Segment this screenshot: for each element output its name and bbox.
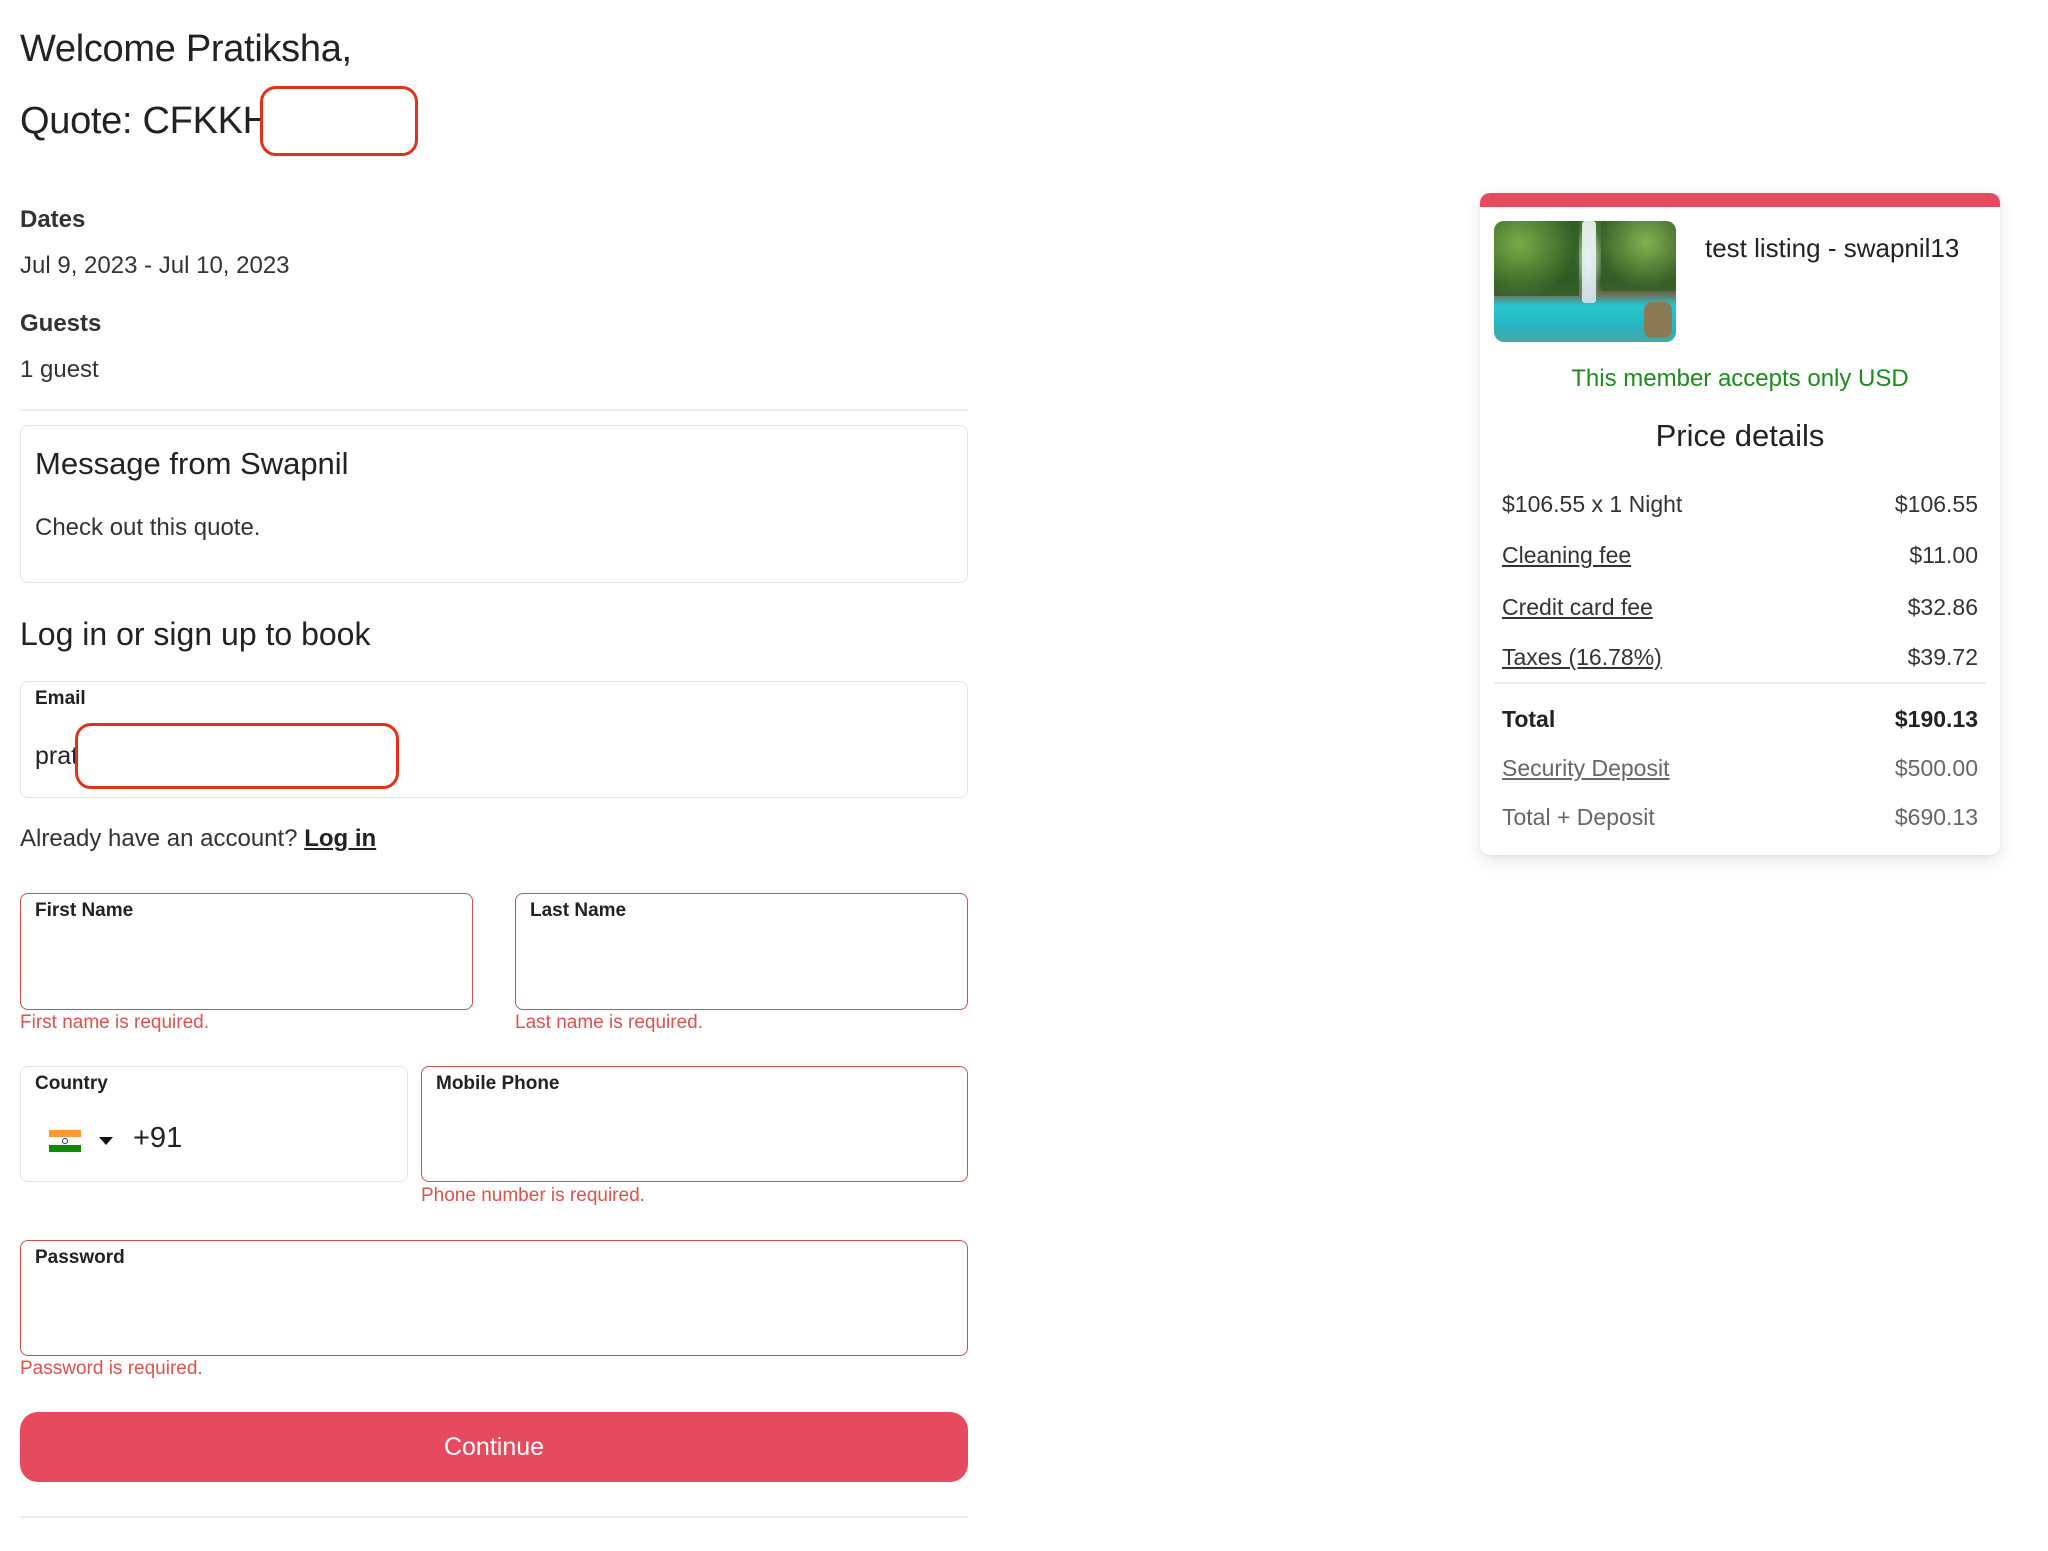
listing-title[interactable]: test listing - swapnil13 [1705, 233, 1959, 264]
dial-code: +91 [133, 1122, 183, 1154]
security-deposit-value: $500.00 [1894, 755, 1978, 781]
total-plus-deposit-value: $690.13 [1894, 804, 1978, 830]
mobile-phone-label: Mobile Phone [436, 1073, 560, 1094]
first-name-field[interactable]: First Name [20, 893, 473, 1010]
mobile-phone-field[interactable]: Mobile Phone [421, 1066, 968, 1182]
price-details-heading: Price details [1655, 418, 1825, 453]
last-name-field[interactable]: Last Name [515, 893, 968, 1010]
redaction-box [75, 723, 399, 789]
price-row-label: $106.55 x 1 Night [1502, 491, 1683, 517]
host-message-box: Message from Swapnil Check out this quot… [20, 425, 968, 583]
password-error: Password is required. [20, 1358, 203, 1379]
mobile-phone-error: Phone number is required. [421, 1185, 645, 1206]
welcome-heading: Welcome Pratiksha, [20, 28, 352, 70]
login-link[interactable]: Log in [304, 825, 376, 852]
dates-value: Jul 9, 2023 - Jul 10, 2023 [20, 252, 290, 279]
total-label: Total [1502, 706, 1556, 732]
dates-label: Dates [20, 206, 86, 233]
price-row-security-deposit: Security Deposit $500.00 [1502, 755, 1978, 782]
security-deposit-link[interactable]: Security Deposit [1502, 755, 1669, 782]
india-flag-icon [49, 1130, 81, 1152]
price-row-value: $11.00 [1909, 542, 1978, 568]
price-row-cleaning-fee: Cleaning fee $11.00 [1502, 542, 1978, 569]
email-label: Email [35, 688, 86, 709]
already-account-label: Already have an account? [20, 825, 298, 852]
price-row-value: $39.72 [1907, 644, 1978, 670]
chevron-down-icon[interactable] [99, 1137, 113, 1145]
price-row-taxes: Taxes (16.78%) $39.72 [1502, 644, 1978, 671]
price-details-card: test listing - swapnil13 This member acc… [1480, 193, 2000, 855]
total-plus-deposit-label: Total + Deposit [1502, 804, 1655, 830]
email-input[interactable]: prat [35, 742, 78, 771]
credit-card-fee-link[interactable]: Credit card fee [1502, 594, 1653, 621]
message-body: Check out this quote. [35, 514, 261, 541]
price-row-nightly: $106.55 x 1 Night $106.55 [1502, 491, 1978, 518]
last-name-label: Last Name [530, 900, 627, 921]
password-field[interactable]: Password [20, 1240, 968, 1356]
bottom-divider [20, 1516, 968, 1518]
already-account-text: Already have an account? Log in [20, 825, 376, 853]
card-divider [1494, 682, 1986, 684]
currency-note: This member accepts only USD [1571, 365, 1909, 392]
price-row-total: Total $190.13 [1502, 706, 1978, 733]
guests-value: 1 guest [20, 356, 99, 383]
section-divider [20, 409, 968, 411]
message-title: Message from Swapnil [35, 446, 349, 481]
card-accent-band [1480, 193, 2000, 207]
password-label: Password [35, 1247, 125, 1268]
price-row-credit-card-fee: Credit card fee $32.86 [1502, 594, 1978, 621]
last-name-error: Last name is required. [515, 1012, 703, 1033]
redaction-box [260, 86, 418, 156]
taxes-link[interactable]: Taxes (16.78%) [1502, 644, 1662, 671]
country-label: Country [35, 1073, 108, 1094]
listing-photo[interactable] [1494, 221, 1676, 342]
country-select[interactable]: Country +91 [20, 1066, 408, 1182]
first-name-error: First name is required. [20, 1012, 210, 1033]
quote-heading: Quote: CFKKH [20, 100, 270, 142]
guests-label: Guests [20, 310, 102, 337]
first-name-label: First Name [35, 900, 134, 921]
price-row-value: $106.55 [1894, 491, 1978, 517]
login-heading: Log in or sign up to book [20, 616, 371, 652]
cleaning-fee-link[interactable]: Cleaning fee [1502, 542, 1631, 569]
price-row-value: $32.86 [1907, 594, 1978, 620]
total-value: $190.13 [1894, 706, 1978, 732]
continue-button[interactable]: Continue [20, 1412, 968, 1482]
price-row-total-plus-deposit: Total + Deposit $690.13 [1502, 804, 1978, 831]
